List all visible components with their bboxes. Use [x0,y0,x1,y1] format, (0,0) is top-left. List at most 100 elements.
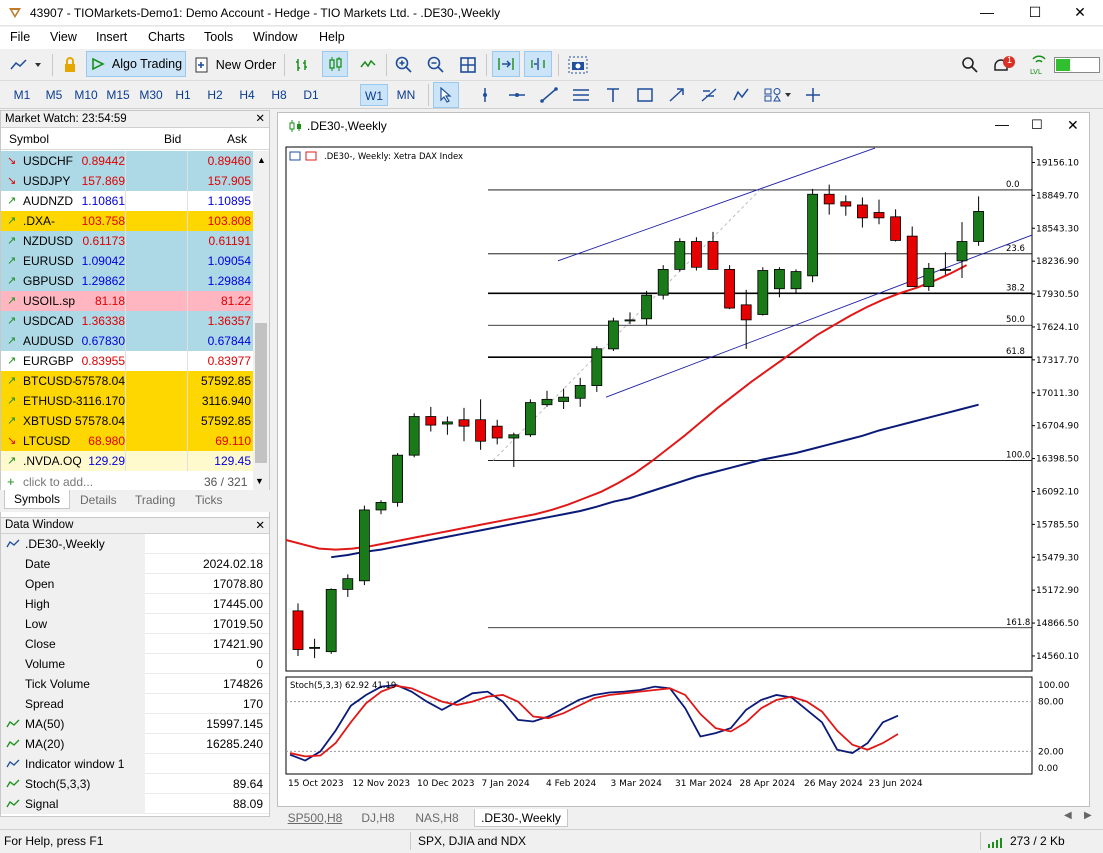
add-symbol-placeholder[interactable]: click to add... [23,475,93,489]
timeframe-m10[interactable]: M10 [72,84,100,106]
column-ask[interactable]: Ask [227,132,247,146]
market-watch-row[interactable]: ↗ EURUSD 1.09042 1.09054 [1,251,253,271]
menu-window[interactable]: Window [253,30,297,44]
chart-tab-spx[interactable]: SP500,H8 [282,809,348,827]
market-watch-row[interactable]: ↗ AUDNZD 1.10861 1.10895 [1,191,253,211]
add-symbol-row[interactable]: + click to add... 36 / 321 ▼ [1,472,264,492]
screenshot-icon[interactable] [565,52,591,78]
price-tick-label: 16398.50 [1036,455,1079,465]
text-tool-icon[interactable] [601,82,625,108]
close-icon[interactable]: ✕ [255,111,265,125]
main-plot-frame [285,146,1033,672]
trend-line-icon[interactable] [537,82,561,108]
main-toolbar: Algo Trading New Order 1 LVL [0,49,1103,81]
timeframe-w1[interactable]: W1 [360,84,388,106]
timeframe-h4[interactable]: H4 [233,84,261,106]
close-button[interactable]: ✕ [1057,0,1103,26]
menu-view[interactable]: View [50,30,77,44]
market-watch-row[interactable]: ↗ AUDUSD 0.67830 0.67844 [1,331,253,351]
candlestick-icon[interactable] [322,51,348,77]
market-watch-row[interactable]: ↘ LTCUSD 68.980 69.110 [1,431,253,451]
timeframe-mn[interactable]: MN [392,84,420,106]
zoom-out-icon[interactable] [424,52,448,78]
notifications-icon[interactable]: 1 [990,52,1018,78]
timeframe-h8[interactable]: H8 [265,84,293,106]
tab-trading[interactable]: Trading [135,493,175,507]
chart-tab-de30[interactable]: .DE30-,Weekly [474,809,568,827]
menu-file[interactable]: File [10,30,30,44]
menu-charts[interactable]: Charts [148,30,185,44]
chart-shift-icon[interactable] [524,51,552,77]
crosshair-vertical-line-icon[interactable] [473,82,497,108]
timeframe-h1[interactable]: H1 [169,84,197,106]
connection-bars-icon [988,838,1002,848]
algo-trading-button[interactable]: Algo Trading [86,51,186,77]
timeframe-m1[interactable]: M1 [8,84,36,106]
column-symbol[interactable]: Symbol [9,132,49,146]
crosshair-icon[interactable] [801,82,825,108]
scrollbar-thumb[interactable] [255,323,267,463]
signal-level-icon[interactable]: LVL [1028,52,1050,78]
market-watch-row[interactable]: ↘ USDJPY 157.869 157.905 [1,171,253,191]
auto-scroll-icon[interactable] [492,51,520,77]
market-watch-row[interactable]: ↗ .DXA- 103.758 103.808 [1,211,253,231]
tab-ticks[interactable]: Ticks [195,493,223,507]
timeframe-h2[interactable]: H2 [201,84,229,106]
market-watch-row[interactable]: ↗ NZDUSD 0.61173 0.61191 [1,231,253,251]
market-watch-row[interactable]: ↗ BTCUSD- 57578.04 57592.85 [1,371,253,391]
chart-maximize-button[interactable]: ☐ [1031,117,1043,133]
candle-body [607,320,619,350]
market-watch-row[interactable]: ↗ ETHUSD- 3116.170 3116.940 [1,391,253,411]
scroll-up-icon[interactable]: ▲ [257,155,266,165]
chart-type-dropdown[interactable] [8,52,46,78]
elliott-wave-icon[interactable] [729,82,753,108]
menu-tools[interactable]: Tools [204,30,233,44]
candlestick-icon [289,120,301,132]
bar-chart-icon[interactable] [290,52,314,78]
chart-close-button[interactable]: ✕ [1067,117,1079,134]
market-watch-row[interactable]: ↘ USDCHF 0.89442 0.89460 [1,151,253,171]
market-watch-row[interactable]: ↗ EURGBP 0.83955 0.83977 [1,351,253,371]
chart-minimize-button[interactable]: — [995,116,1009,132]
tab-scroll-right-icon[interactable]: ▶ [1084,810,1092,821]
horizontal-line-icon[interactable] [505,82,529,108]
timeframe-m5[interactable]: M5 [40,84,68,106]
timeframe-m15[interactable]: M15 [104,84,132,106]
chevron-down-icon[interactable]: ▼ [255,476,264,486]
indicator-icon [6,799,20,808]
menu-help[interactable]: Help [319,30,345,44]
market-watch-row[interactable]: ↗ GBPUSD 1.29862 1.29884 [1,271,253,291]
market-watch-row[interactable]: ↗ .NVDA.OQ 129.29 129.45 [1,451,253,471]
maximize-button[interactable]: ☐ [1012,0,1058,26]
close-icon[interactable]: ✕ [255,518,265,532]
equidistant-channel-icon[interactable] [569,82,593,108]
status-profile[interactable]: SPX, DJIA and NDX [418,834,526,848]
tab-symbols[interactable]: Symbols [4,490,71,509]
chart-tab-nas[interactable]: NAS,H8 [410,809,464,827]
market-watch-row[interactable]: ↗ XBTUSD 57578.04 57592.85 [1,411,253,431]
shapes-dropdown-icon[interactable] [761,82,795,108]
menu-insert[interactable]: Insert [96,30,127,44]
arrow-tool-icon[interactable] [665,82,689,108]
search-icon[interactable] [958,52,982,78]
minimize-button[interactable]: — [964,0,1010,26]
market-watch-row[interactable]: ↗ USDCAD 1.36338 1.36357 [1,311,253,331]
timeframe-m30[interactable]: M30 [137,84,165,106]
chart-tab-dj[interactable]: DJ,H8 [358,809,398,827]
tab-details[interactable]: Details [80,493,117,507]
line-icon[interactable] [356,52,380,78]
ask-price: 57592.85 [200,414,251,428]
column-bid[interactable]: Bid [164,132,181,146]
rectangle-tool-icon[interactable] [633,82,657,108]
tile-windows-icon[interactable] [456,52,480,78]
zoom-in-icon[interactable] [392,52,416,78]
fibonacci-icon[interactable] [697,82,721,108]
lock-icon[interactable] [58,52,82,78]
market-watch-scrollbar[interactable]: ▲ [253,151,269,491]
price-chart[interactable]: 19156.10 18849.70 18543.30 18236.90 17930.50… [278,139,1089,806]
timeframe-d1[interactable]: D1 [297,84,325,106]
new-order-button[interactable]: New Order [190,52,280,78]
market-watch-row[interactable]: ↗ USOIL.sp 81.18 81.22 [1,291,253,311]
cursor-icon[interactable] [433,82,459,108]
tab-scroll-left-icon[interactable]: ◀ [1064,810,1072,821]
